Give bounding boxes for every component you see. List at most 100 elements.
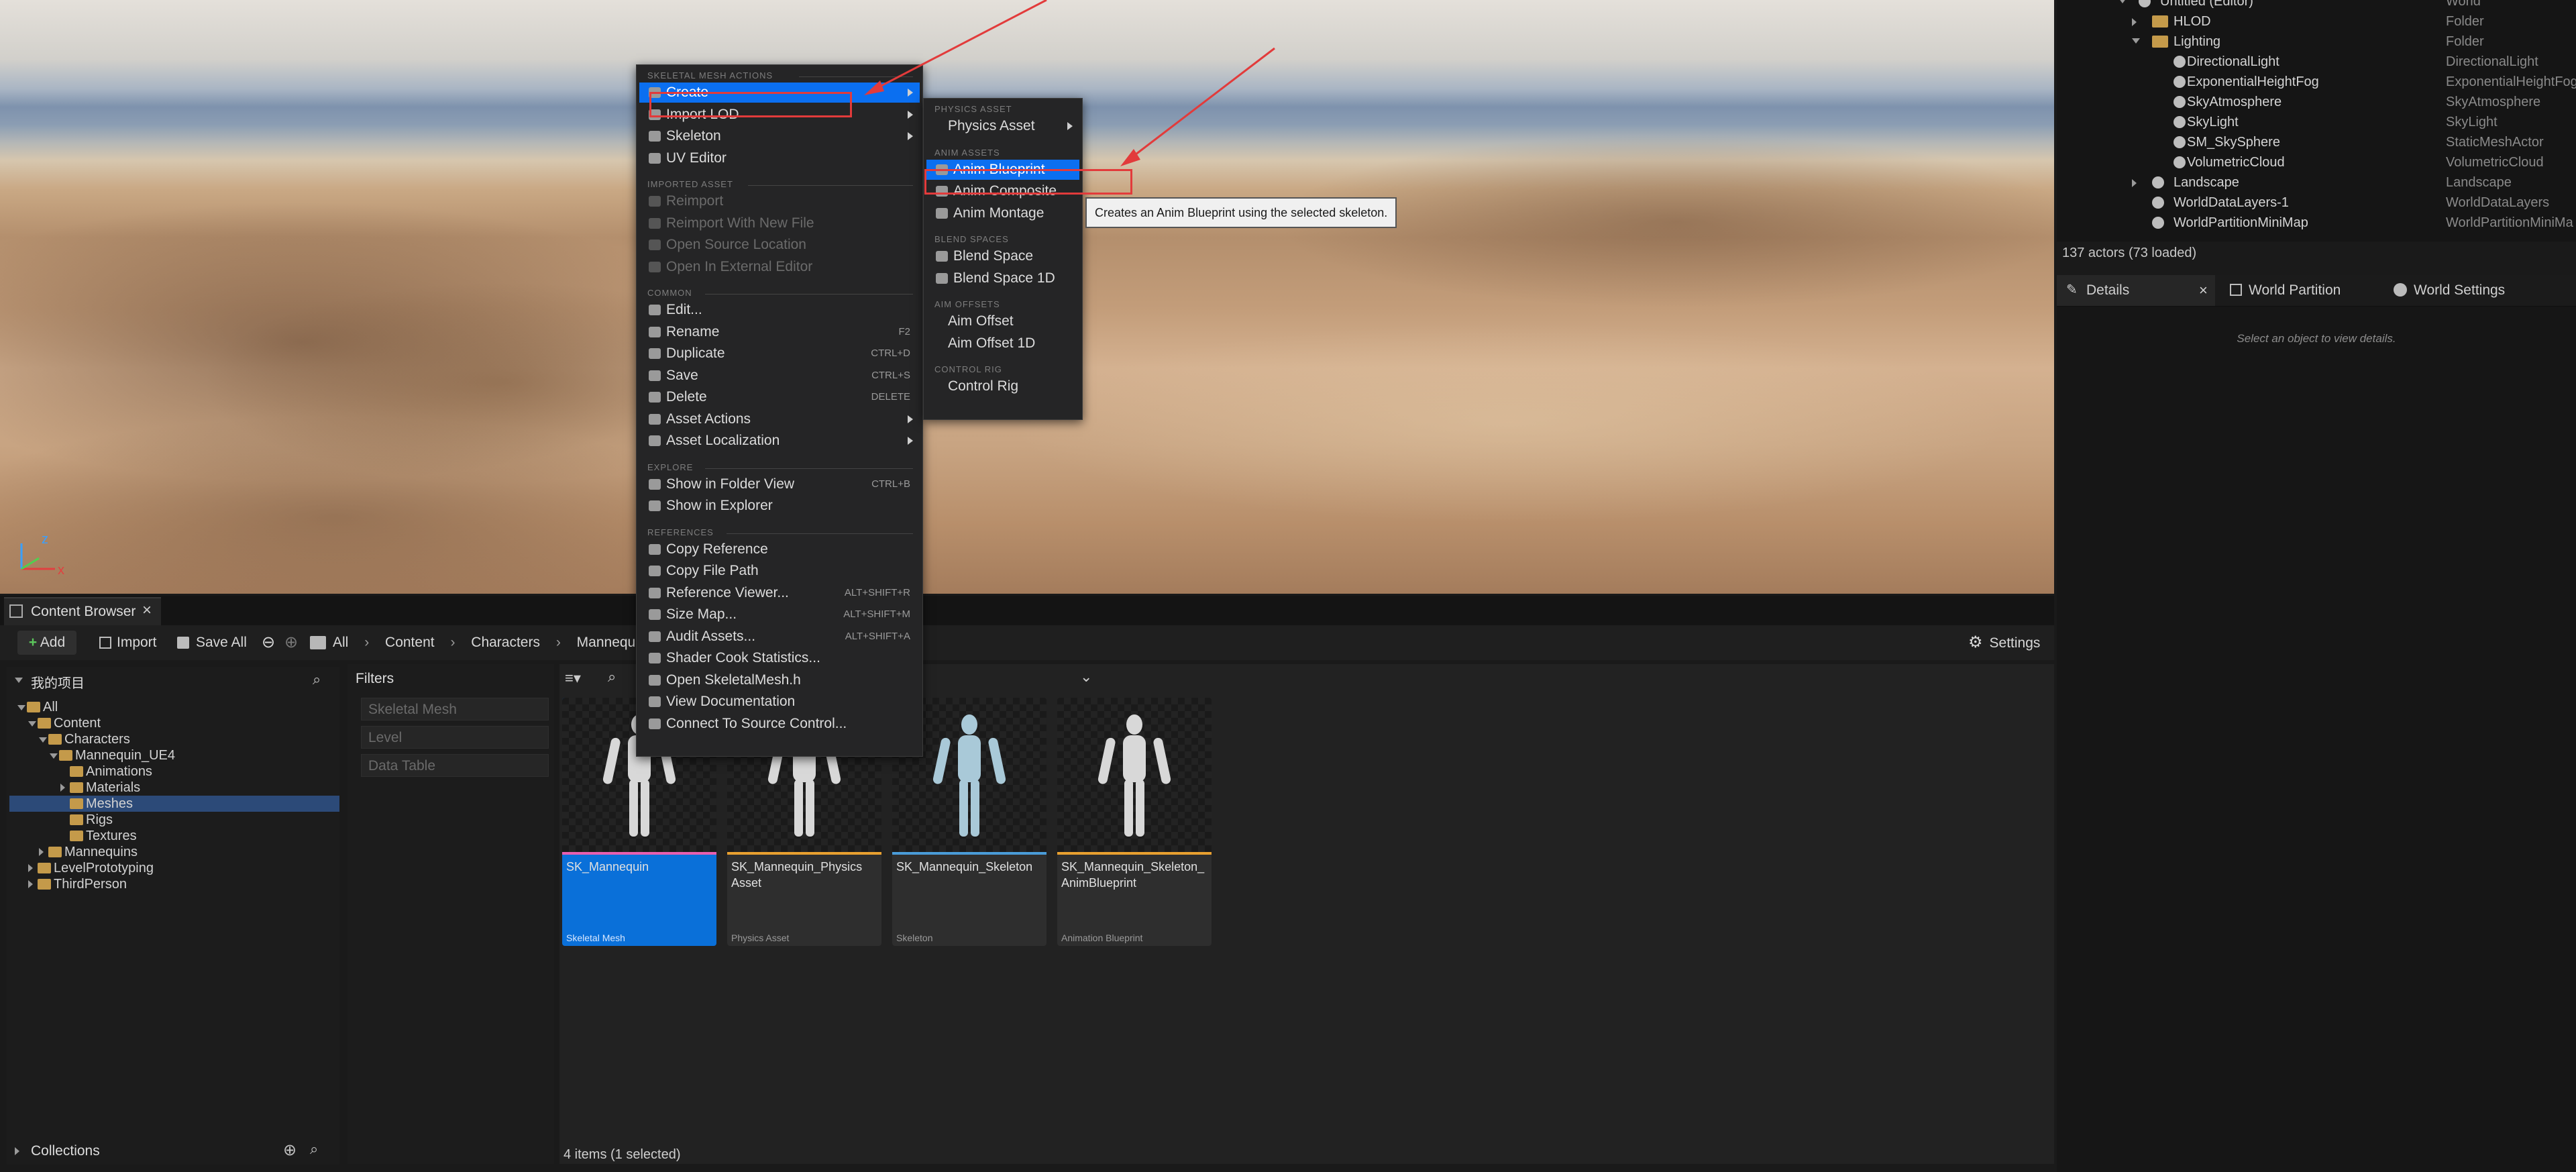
- content-browser-icon: [9, 604, 23, 618]
- settings-button-label: Settings: [1989, 635, 2041, 651]
- filter-skeletal-mesh[interactable]: Skeletal Mesh: [361, 698, 549, 721]
- menu-item-icon: [649, 631, 661, 642]
- tree-item-animations[interactable]: Animations: [9, 763, 339, 780]
- filter-icon[interactable]: ≡▾: [565, 670, 581, 687]
- expand-arrow-icon[interactable]: [28, 864, 33, 872]
- expand-arrow-icon[interactable]: [28, 880, 33, 888]
- expand-arrow-icon[interactable]: [60, 784, 65, 792]
- tree-item-rigs[interactable]: Rigs: [9, 812, 339, 828]
- outliner-item-name: Landscape: [2174, 175, 2239, 190]
- details-empty-message: Select an object to view details.: [2237, 332, 2396, 345]
- asset-tile[interactable]: SK_Mannequin_Skeleton_ AnimBlueprint Anim…: [1057, 698, 1212, 946]
- tree-item-all[interactable]: All: [9, 699, 339, 715]
- expand-arrow-icon[interactable]: [2132, 38, 2140, 44]
- add-collection-icon[interactable]: ⊕: [283, 1140, 297, 1160]
- menu-item-connect-to-source-control[interactable]: Connect To Source Control...: [639, 714, 920, 734]
- tree-item-materials[interactable]: Materials: [9, 780, 339, 796]
- outliner-row[interactable]: VolumetricCloud VolumetricCloud: [2057, 153, 2576, 172]
- folder-icon: [38, 863, 51, 873]
- expand-arrow-icon[interactable]: [2132, 179, 2137, 187]
- asset-name: SK_Mannequin_Skeleton: [896, 860, 1033, 873]
- outliner-row[interactable]: SkyLight SkyLight: [2057, 113, 2576, 132]
- breadcrumb-characters[interactable]: Characters: [471, 635, 540, 650]
- outliner-item-name: SM_SkySphere: [2187, 135, 2280, 150]
- menu-item-size-map[interactable]: Size Map... ALT+SHIFT+M: [639, 604, 920, 625]
- outliner-row[interactable]: WorldDataLayers-1 WorldDataLayers: [2057, 193, 2576, 213]
- breadcrumb-content[interactable]: Content: [385, 635, 435, 650]
- tab-world-settings-label: World Settings: [2414, 282, 2506, 298]
- search-icon[interactable]: ⌕: [608, 668, 616, 686]
- tree-item-thirdperson[interactable]: ThirdPerson: [9, 876, 339, 892]
- tree-item-characters[interactable]: Characters: [9, 731, 339, 747]
- menu-item-shader-cook-statistics[interactable]: Shader Cook Statistics...: [639, 648, 920, 668]
- breadcrumb-all[interactable]: All: [333, 635, 348, 650]
- atmosphere-icon: [2174, 96, 2186, 108]
- outliner-row[interactable]: DirectionalLight DirectionalLight: [2057, 52, 2576, 72]
- outliner-row[interactable]: Untitled (Editor) World: [2057, 0, 2576, 11]
- tab-world-partition[interactable]: World Partition: [2222, 275, 2380, 306]
- import-icon: [99, 637, 111, 649]
- search-icon[interactable]: ⌕: [313, 671, 321, 688]
- tree-item-mannequins[interactable]: Mannequins: [9, 844, 339, 860]
- tab-content-browser[interactable]: Content Browser ×: [4, 597, 161, 627]
- back-button[interactable]: ⊖: [262, 631, 275, 655]
- tree-item-content[interactable]: Content: [9, 715, 339, 731]
- expand-arrow-icon[interactable]: [2118, 0, 2127, 3]
- expand-arrow-icon[interactable]: [50, 753, 58, 759]
- expand-arrow-icon[interactable]: [39, 737, 47, 743]
- close-icon[interactable]: ×: [2199, 275, 2208, 306]
- expand-arrow-icon[interactable]: [39, 848, 44, 856]
- menu-item-icon: [649, 718, 661, 729]
- tree-header: 我的项目 ⌕: [9, 670, 342, 691]
- details-tab-bar: ✎ Details × World Partition World Settin…: [2057, 275, 2576, 307]
- chevron-down-icon[interactable]: ⌄: [1080, 668, 1092, 686]
- expand-arrow-icon[interactable]: [28, 721, 36, 727]
- outliner-row[interactable]: ExponentialHeightFog ExponentialHeightFog: [2057, 72, 2576, 92]
- folder-icon: [38, 718, 51, 729]
- minimap-icon: [2152, 217, 2164, 229]
- add-button[interactable]: + Add: [17, 631, 76, 655]
- outliner-item-type: WorldPartitionMiniMa: [2446, 215, 2573, 230]
- outliner-row[interactable]: SM_SkySphere StaticMeshActor: [2057, 133, 2576, 152]
- save-all-button[interactable]: Save All: [177, 631, 247, 655]
- menu-item-open-skeletalmesh-h[interactable]: Open SkeletalMesh.h: [639, 670, 920, 690]
- outliner-row[interactable]: SkyAtmosphere SkyAtmosphere: [2057, 93, 2576, 112]
- tree-item-label: ThirdPerson: [54, 877, 127, 892]
- tree-item-label: Meshes: [86, 796, 133, 811]
- tree-item-mannequin_ue4[interactable]: Mannequin_UE4: [9, 747, 339, 763]
- tree-item-textures[interactable]: Textures: [9, 828, 339, 844]
- folder-icon: [59, 750, 72, 761]
- import-button[interactable]: Import: [99, 631, 157, 655]
- forward-button[interactable]: ⊕: [284, 631, 298, 655]
- filter-level[interactable]: Level: [361, 726, 549, 749]
- collections-bar: Collections ⊕ ⌕: [7, 1138, 339, 1165]
- tab-content-browser-label: Content Browser: [31, 604, 136, 619]
- close-icon[interactable]: ×: [142, 601, 152, 620]
- tree-item-levelprototyping[interactable]: LevelPrototyping: [9, 860, 339, 876]
- search-icon[interactable]: ⌕: [310, 1140, 318, 1158]
- outliner-row[interactable]: HLOD Folder: [2057, 12, 2576, 32]
- outliner-row[interactable]: WorldPartitionMiniMap WorldPartitionMiniM…: [2057, 213, 2576, 233]
- outliner-item-type: Folder: [2446, 14, 2484, 29]
- tab-world-settings[interactable]: World Settings: [2385, 275, 2567, 306]
- asset-type: Skeleton: [896, 933, 933, 943]
- settings-button[interactable]: ⚙ Settings: [1968, 631, 2040, 655]
- cloud-icon: [2174, 156, 2186, 168]
- folder-icon: [48, 734, 62, 745]
- outliner-item-type: VolumetricCloud: [2446, 155, 2544, 170]
- content-browser-tab-bar: [0, 596, 2054, 625]
- menu-item-icon: [649, 696, 661, 707]
- collections-label[interactable]: Collections: [31, 1143, 100, 1159]
- tree-item-label: Textures: [86, 829, 137, 843]
- expand-arrow-icon[interactable]: [2132, 18, 2137, 26]
- gear-icon: ⚙: [1968, 633, 1983, 651]
- outliner-row[interactable]: Landscape Landscape: [2057, 173, 2576, 193]
- menu-item-view-documentation[interactable]: View Documentation: [639, 692, 920, 712]
- menu-item-audit-assets[interactable]: Audit Assets... ALT+SHIFT+A: [639, 627, 920, 647]
- expand-arrow-icon[interactable]: [17, 705, 25, 710]
- filter-data-table[interactable]: Data Table: [361, 754, 549, 777]
- tab-details[interactable]: ✎ Details ×: [2057, 275, 2215, 306]
- tree-item-meshes[interactable]: Meshes: [9, 796, 339, 812]
- outliner-row[interactable]: Lighting Folder: [2057, 32, 2576, 52]
- outliner-item-name: SkyAtmosphere: [2187, 95, 2282, 109]
